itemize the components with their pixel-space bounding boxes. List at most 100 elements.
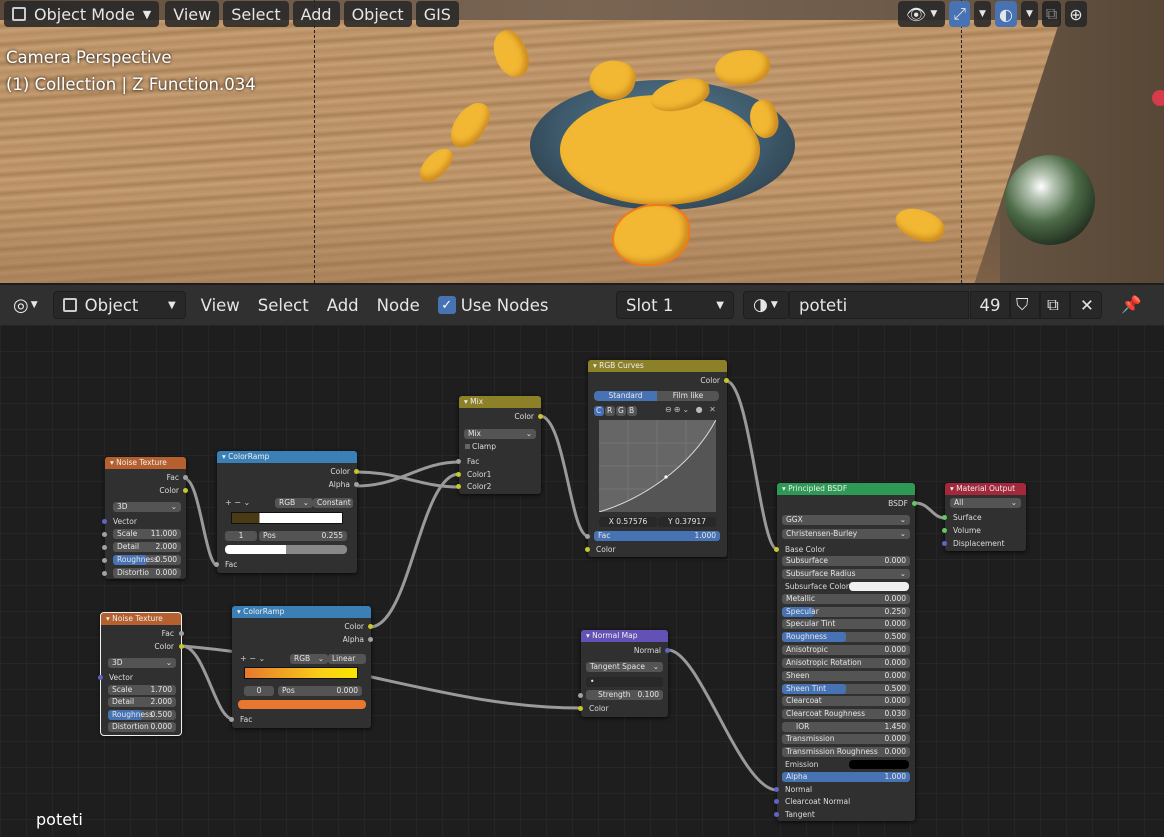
node-header[interactable]: ▾ Noise Texture bbox=[105, 457, 186, 469]
pin-button[interactable]: 📌 bbox=[1112, 291, 1151, 319]
use-nodes-toggle[interactable]: ✓ Use Nodes bbox=[429, 291, 558, 319]
node-colorramp-1[interactable]: ▾ ColorRamp Color Alpha + − ⌄ RGB ⌄ Const… bbox=[214, 451, 359, 573]
alpha-field[interactable]: Alpha 1.000 bbox=[782, 772, 910, 782]
node-rgb-curves[interactable]: ▾ RGB Curves Color Standard Film like C … bbox=[585, 360, 729, 557]
socket-surface-in[interactable] bbox=[942, 515, 947, 520]
anisotropic-field[interactable]: Anisotropic 0.000 bbox=[782, 645, 910, 655]
space-dropdown[interactable]: Tangent Space ⌄ bbox=[586, 662, 663, 672]
socket-color-in[interactable] bbox=[578, 706, 583, 711]
emission-color-swatch[interactable] bbox=[849, 760, 909, 769]
user-count[interactable]: 49 bbox=[970, 291, 1010, 319]
stop-position[interactable]: Pos 0.000 bbox=[278, 686, 362, 696]
metallic-field[interactable]: Metallic 0.000 bbox=[782, 594, 910, 604]
clearcoat-roughness-field[interactable]: Clearcoat Roughness 0.030 bbox=[782, 709, 910, 719]
socket-in[interactable] bbox=[102, 571, 107, 576]
uv-map-field[interactable]: • bbox=[586, 677, 663, 687]
color-mode-dropdown[interactable]: RGB ⌄ bbox=[275, 498, 313, 508]
menu-view[interactable]: View bbox=[192, 291, 249, 319]
gizmo-dropdown[interactable]: ▼ bbox=[974, 1, 991, 27]
node-header[interactable]: ▾ ColorRamp bbox=[217, 451, 357, 463]
overlay-toggle[interactable]: ◐ bbox=[994, 1, 1017, 27]
socket-fac-in[interactable] bbox=[585, 534, 590, 539]
roughness-field[interactable]: Roughness 0.500 bbox=[108, 710, 176, 720]
socket-bsdf-out[interactable] bbox=[912, 501, 917, 506]
specular-field[interactable]: Specular 0.250 bbox=[782, 607, 910, 617]
3d-viewport[interactable]: Object Mode ▼ View Select Add Object GIS … bbox=[0, 0, 1164, 283]
roughness-field[interactable]: Roughness 0.500 bbox=[782, 632, 910, 642]
target-dropdown[interactable]: All ⌄ bbox=[950, 498, 1021, 508]
ramp-tools[interactable]: + − ⌄ bbox=[240, 654, 265, 663]
socket-fac-in[interactable] bbox=[456, 459, 461, 464]
curve-graph[interactable] bbox=[599, 420, 716, 512]
node-principled-bsdf[interactable]: ▾ Principled BSDF BSDF GGX ⌄ Christensen-… bbox=[774, 483, 917, 821]
stop-index[interactable]: 0 bbox=[244, 686, 274, 696]
node-header[interactable]: ▾ Material Output bbox=[945, 483, 1026, 495]
socket-color1-in[interactable] bbox=[456, 472, 461, 477]
subsurface-method-dropdown[interactable]: Christensen-Burley ⌄ bbox=[782, 529, 910, 539]
dimensions-dropdown[interactable]: 3D ⌄ bbox=[113, 502, 181, 512]
socket-color-out[interactable] bbox=[368, 624, 373, 629]
node-header[interactable]: ▾ Principled BSDF bbox=[777, 483, 915, 495]
socket-color-out[interactable] bbox=[724, 378, 729, 383]
socket-vector-in[interactable] bbox=[98, 675, 103, 680]
menu-select[interactable]: Select bbox=[249, 291, 318, 319]
xray-toggle[interactable]: ⧉ bbox=[1041, 1, 1062, 27]
socket-fac-out[interactable] bbox=[183, 475, 188, 480]
stop-color-swatch[interactable] bbox=[225, 545, 347, 554]
socket-volume-in[interactable] bbox=[942, 528, 947, 533]
gizmo-toggle[interactable]: ⤢ bbox=[949, 1, 971, 27]
color-ramp-gradient[interactable] bbox=[231, 512, 343, 524]
subsurface-field[interactable]: Subsurface 0.000 bbox=[782, 556, 910, 566]
stop-position[interactable]: Pos 0.255 bbox=[259, 531, 347, 541]
distortion-field[interactable]: Distortio 0.000 bbox=[113, 568, 181, 578]
channel-c[interactable]: C bbox=[594, 406, 604, 416]
distortion-field[interactable]: Distortion 0.000 bbox=[108, 722, 176, 732]
node-header[interactable]: ▾ Mix bbox=[459, 396, 541, 408]
mode-selector[interactable]: Object Mode ▼ bbox=[4, 1, 160, 27]
fac-field[interactable]: Fac 1.000 bbox=[594, 531, 720, 541]
sheen-field[interactable]: Sheen 0.000 bbox=[782, 671, 910, 681]
gizmo-x-axis[interactable] bbox=[1152, 90, 1164, 106]
scale-field[interactable]: Scale 1.700 bbox=[108, 685, 176, 695]
socket-color-out[interactable] bbox=[179, 644, 184, 649]
detail-field[interactable]: Detail 2.000 bbox=[108, 697, 176, 707]
interpolation-dropdown[interactable]: Linear bbox=[328, 654, 366, 664]
node-material-output[interactable]: ▾ Material Output All ⌄ Surface Volume Di… bbox=[942, 483, 1026, 551]
unlink-material-button[interactable]: ✕ bbox=[1070, 291, 1102, 319]
node-mix[interactable]: ▾ Mix Color Mix ⌄ Clamp Fac Color1 Color2 bbox=[456, 396, 543, 494]
socket-color-out[interactable] bbox=[183, 488, 188, 493]
material-browse[interactable]: ◑ ▼ bbox=[743, 291, 789, 319]
socket-clearcoat-normal-in[interactable] bbox=[774, 799, 779, 804]
menu-gis[interactable]: GIS bbox=[415, 1, 459, 27]
scale-field[interactable]: Scale 11.000 bbox=[113, 529, 181, 539]
node-header[interactable]: ▾ RGB Curves bbox=[588, 360, 727, 372]
menu-node[interactable]: Node bbox=[368, 291, 429, 319]
stop-color-swatch[interactable] bbox=[238, 700, 366, 709]
slot-dropdown[interactable]: Slot 1 ▼ bbox=[616, 291, 734, 319]
node-noise-texture-2[interactable]: ▾ Noise Texture Fac Color 3D ⌄ Vector Sca… bbox=[98, 612, 184, 736]
node-header[interactable]: ▾ Noise Texture bbox=[101, 613, 181, 625]
tab-film-like[interactable]: Film like bbox=[657, 391, 719, 401]
socket-color-out[interactable] bbox=[538, 414, 543, 419]
socket-displacement-in[interactable] bbox=[942, 541, 947, 546]
ior-field[interactable]: IOR 1.450 bbox=[782, 722, 910, 732]
interpolation-dropdown[interactable]: Constant bbox=[313, 498, 353, 508]
node-colorramp-2[interactable]: ▾ ColorRamp Color Alpha + − ⌄ RGB ⌄ Linea… bbox=[229, 606, 373, 728]
color-ramp-gradient[interactable] bbox=[244, 667, 358, 679]
socket-color-out[interactable] bbox=[354, 469, 359, 474]
socket-in[interactable] bbox=[102, 532, 107, 537]
fake-user-button[interactable]: ⛉ bbox=[1010, 291, 1040, 319]
anisotropic-rotation-field[interactable]: Anisotropic Rotation 0.000 bbox=[782, 658, 910, 668]
socket-alpha-out[interactable] bbox=[354, 482, 359, 487]
distribution-dropdown[interactable]: GGX ⌄ bbox=[782, 515, 910, 525]
socket-color2-in[interactable] bbox=[456, 484, 461, 489]
overlay-dropdown[interactable]: ▼ bbox=[1020, 1, 1038, 27]
visibility-dropdown[interactable]: 👁 ▼ bbox=[898, 1, 946, 27]
socket-tangent-in[interactable] bbox=[774, 812, 779, 817]
stop-index[interactable]: 1 bbox=[225, 531, 257, 541]
duplicate-material-button[interactable]: ⧉ bbox=[1040, 291, 1070, 319]
channel-r[interactable]: R bbox=[605, 406, 615, 416]
clamp-checkbox[interactable]: Clamp bbox=[459, 441, 541, 452]
strength-field[interactable]: Strength 0.100 bbox=[586, 690, 663, 700]
node-noise-texture-1[interactable]: ▾ Noise Texture Fac Color 3D ⌄ Vector Sca… bbox=[102, 457, 188, 579]
